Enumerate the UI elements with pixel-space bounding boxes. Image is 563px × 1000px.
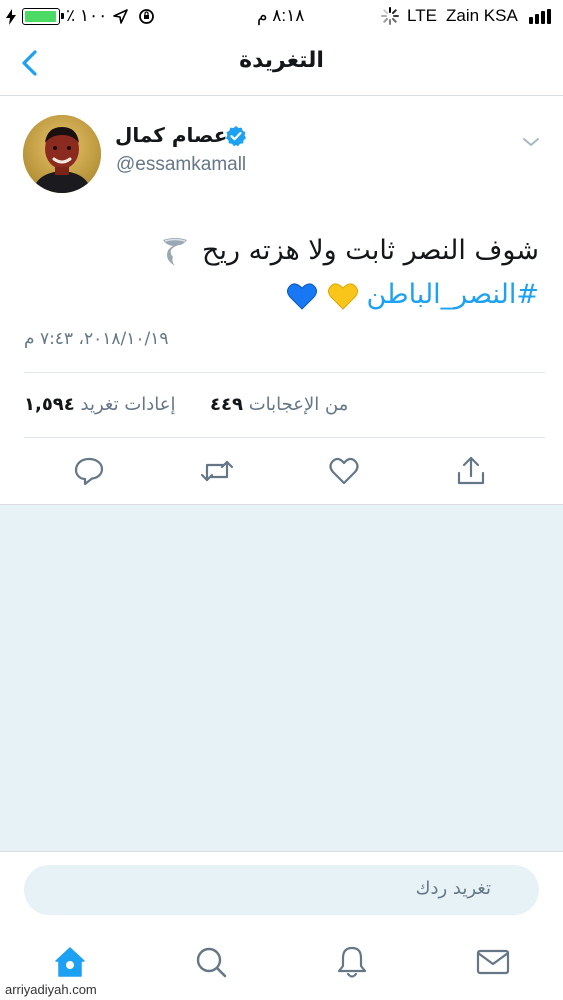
bell-icon <box>337 946 367 978</box>
chevron-down-icon <box>523 138 539 146</box>
share-button[interactable] <box>455 455 487 487</box>
blue-heart-emoji-icon <box>287 282 318 310</box>
signal-strength-icon <box>529 9 555 24</box>
page-title: التغريدة <box>239 48 324 73</box>
retweets-count: ١,٥٩٤ <box>24 394 75 415</box>
location-arrow-icon <box>113 9 128 24</box>
tweet-body-text: شوف النصر ثابت ولا هزته ريح <box>202 235 539 266</box>
charging-bolt-icon <box>6 9 16 25</box>
tweet-options-button[interactable] <box>518 131 544 153</box>
tweet-text-line: شوف النصر ثابت ولا هزته ريح <box>19 229 539 273</box>
divider <box>24 372 545 373</box>
reply-composer: تغريد ردك <box>0 851 563 936</box>
retweet-icon <box>200 460 234 482</box>
likes-stat[interactable]: من الإعجابات ٤٤٩ <box>210 394 348 415</box>
author-name[interactable]: عصام كمال <box>115 123 227 147</box>
author-handle[interactable]: @essamkamall <box>116 154 246 176</box>
search-icon <box>196 947 227 978</box>
tweet-hashtag-line: #النصر_الباطن <box>19 273 539 317</box>
tweet-detail: عصام كمال @essamkamall شوف النصر ثابت ول… <box>0 97 563 505</box>
tab-search[interactable] <box>193 944 229 980</box>
heart-icon <box>329 457 359 485</box>
retweets-label: إعادات تغريد <box>80 394 176 415</box>
network-type: LTE <box>407 6 437 25</box>
author-photo <box>23 115 101 193</box>
tab-notifications[interactable] <box>334 944 370 980</box>
watermark: arriyadiyah.com <box>3 982 99 997</box>
carrier-name: Zain KSA <box>446 6 518 25</box>
battery-percent: ٪ ١٠٠ <box>66 6 108 25</box>
verified-badge-icon <box>226 126 246 147</box>
tweet-timestamp: ٢٠١٨/١٠/١٩، ٧:٤٣ م <box>24 329 169 349</box>
status-bar: ٪ ١٠٠ ٨:١٨ م LTE Zain KSA <box>0 0 563 32</box>
activity-spinner-icon <box>381 7 399 25</box>
navigation-bar: التغريدة <box>0 32 563 96</box>
home-icon <box>55 947 85 977</box>
reply-input[interactable]: تغريد ردك <box>24 865 539 915</box>
retweets-stat[interactable]: إعادات تغريد ١,٥٩٤ <box>24 394 176 415</box>
divider <box>24 437 545 438</box>
tab-home[interactable] <box>52 944 88 980</box>
rotation-lock-icon <box>139 9 154 24</box>
tornado-emoji-icon <box>163 237 188 266</box>
retweet-button[interactable] <box>200 455 234 487</box>
reply-button[interactable] <box>73 455 105 487</box>
replies-area <box>0 505 563 851</box>
status-time: ٨:١٨ م <box>257 6 305 25</box>
battery-icon <box>22 8 64 25</box>
tweet-text: شوف النصر ثابت ولا هزته ريح #النصر_الباط… <box>19 229 539 317</box>
tab-messages[interactable] <box>475 944 511 980</box>
hashtag-link[interactable]: #النصر_الباطن <box>367 279 539 310</box>
yellow-heart-emoji-icon <box>327 282 358 310</box>
share-icon <box>457 456 485 485</box>
avatar[interactable] <box>23 115 101 193</box>
like-button[interactable] <box>328 455 360 487</box>
likes-count: ٤٤٩ <box>210 394 243 415</box>
reply-placeholder: تغريد ردك <box>415 878 491 899</box>
mail-icon <box>476 949 510 975</box>
reply-icon <box>74 457 104 486</box>
likes-label: من الإعجابات <box>248 394 349 415</box>
